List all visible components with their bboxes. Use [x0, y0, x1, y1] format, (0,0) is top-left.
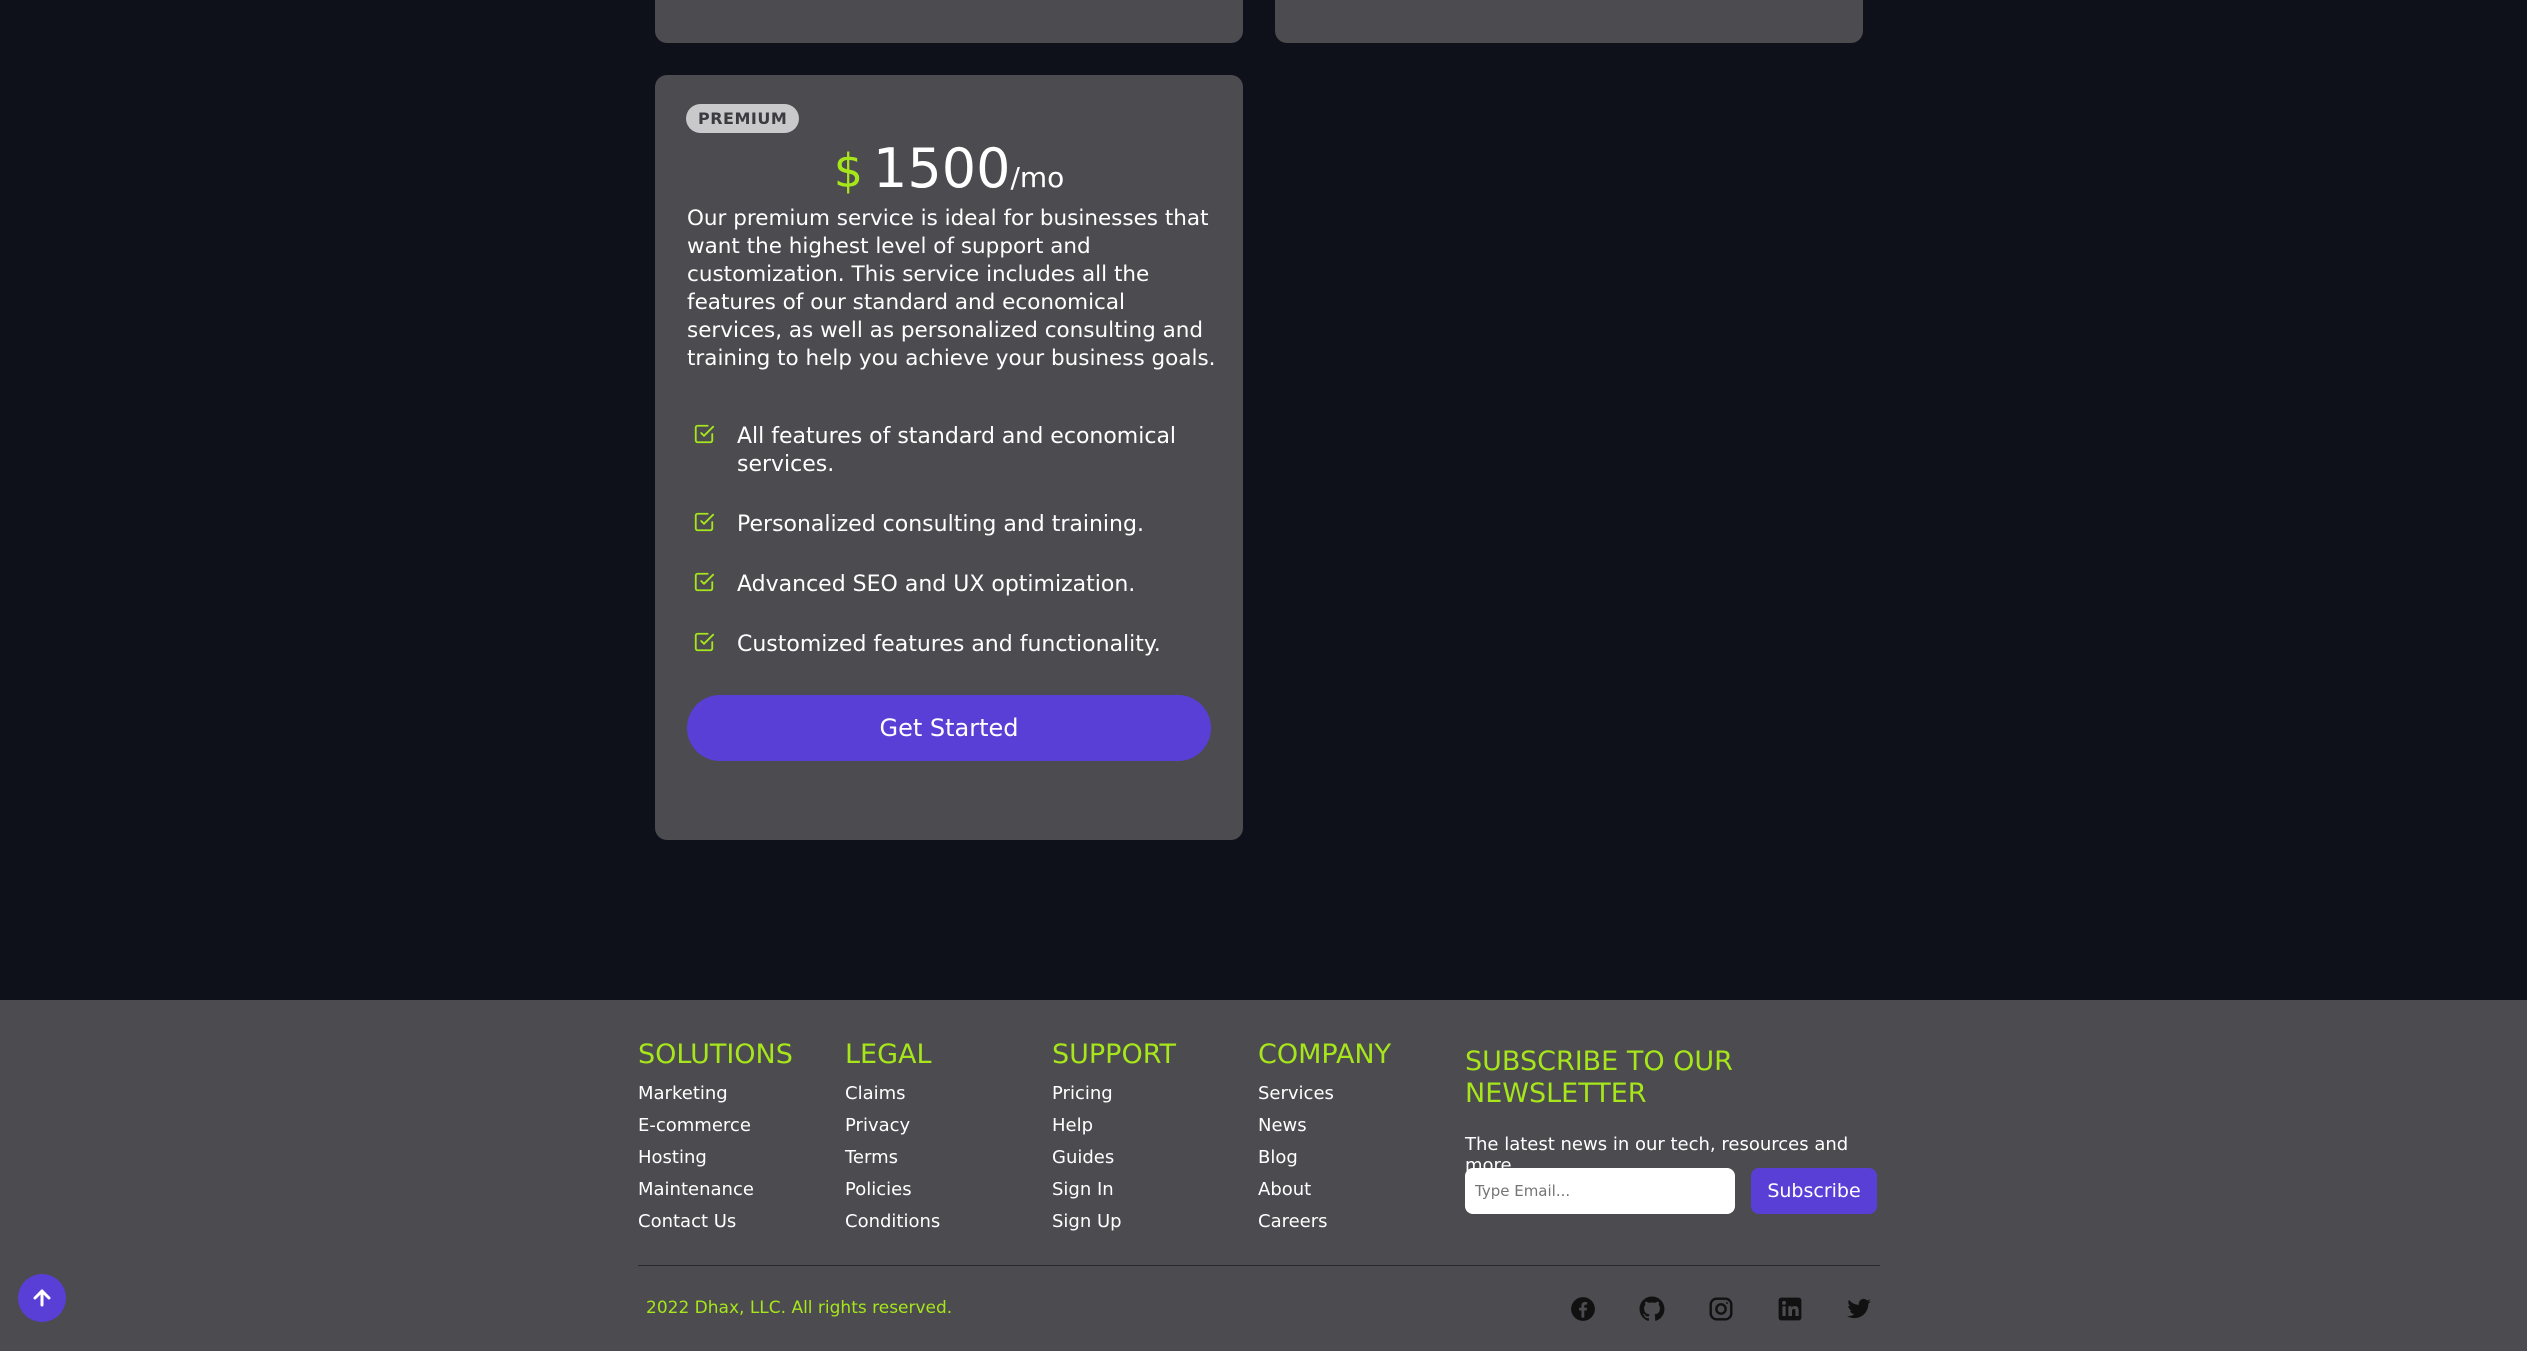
footer-link-marketing[interactable]: Marketing [638, 1083, 728, 1104]
subscribe-button[interactable]: Subscribe [1751, 1168, 1877, 1214]
footer-column-solutions: SOLUTIONS Marketing E-commerce Hosting M… [638, 1038, 793, 1238]
linkedin-icon[interactable] [1777, 1296, 1803, 1322]
footer: SOLUTIONS Marketing E-commerce Hosting M… [0, 1000, 2527, 1351]
footer-column-company: COMPANY Services News Blog About Careers [1258, 1038, 1391, 1238]
footer-column-support: SUPPORT Pricing Help Guides Sign In Sign… [1052, 1038, 1176, 1238]
footer-link-news[interactable]: News [1258, 1115, 1307, 1136]
get-started-button[interactable]: Get Started [687, 695, 1211, 761]
newsletter: SUBSCRIBE TO OUR NEWSLETTER The latest n… [1465, 1046, 1885, 1214]
page: PREMIUM $1500/mo Our premium service is … [0, 0, 2527, 1351]
footer-heading: SOLUTIONS [638, 1039, 793, 1070]
feature-item: Personalized consulting and training. [687, 511, 1144, 539]
footer-link-services[interactable]: Services [1258, 1083, 1334, 1104]
footer-link-privacy[interactable]: Privacy [845, 1115, 910, 1136]
feature-item: Customized features and functionality. [687, 631, 1161, 659]
footer-link-careers[interactable]: Careers [1258, 1211, 1328, 1232]
footer-link-contact-us[interactable]: Contact Us [638, 1211, 736, 1232]
footer-heading: SUPPORT [1052, 1039, 1177, 1070]
feature-text: Advanced SEO and UX optimization. [737, 572, 1136, 597]
instagram-icon[interactable] [1708, 1296, 1734, 1322]
check-square-icon [694, 632, 715, 652]
facebook-icon[interactable] [1570, 1296, 1596, 1322]
email-field[interactable] [1465, 1168, 1735, 1214]
check-square-icon [694, 572, 715, 592]
price-amount: 1500 [873, 137, 1011, 200]
price: $1500/mo [655, 137, 1243, 200]
footer-link-conditions[interactable]: Conditions [845, 1211, 940, 1232]
footer-link-maintenance[interactable]: Maintenance [638, 1179, 754, 1200]
footer-link-blog[interactable]: Blog [1258, 1147, 1298, 1168]
footer-link-claims[interactable]: Claims [845, 1083, 906, 1104]
scroll-to-top-button[interactable] [18, 1274, 66, 1322]
feature-text: Customized features and functionality. [737, 632, 1161, 657]
footer-heading: LEGAL [845, 1039, 932, 1070]
footer-link-guides[interactable]: Guides [1052, 1147, 1114, 1168]
footer-link-terms[interactable]: Terms [845, 1147, 898, 1168]
footer-link-sign-in[interactable]: Sign In [1052, 1179, 1114, 1200]
plan-description: Our premium service is ideal for busines… [687, 206, 1216, 371]
feature-item: All features of standard and economical … [687, 423, 1217, 479]
newsletter-heading: SUBSCRIBE TO OUR NEWSLETTER [1465, 1046, 1733, 1109]
pricing-card-partial [655, 0, 1243, 43]
footer-link-policies[interactable]: Policies [845, 1179, 912, 1200]
footer-column-legal: LEGAL Claims Privacy Terms Policies Cond… [845, 1038, 940, 1238]
footer-link-sign-up[interactable]: Sign Up [1052, 1211, 1122, 1232]
footer-heading: COMPANY [1258, 1039, 1392, 1070]
feature-text: Personalized consulting and training. [737, 512, 1144, 537]
arrow-up-icon [33, 1289, 51, 1307]
price-period: /mo [1010, 161, 1065, 194]
copyright: 2022 Dhax, LLC. All rights reserved. [646, 1298, 953, 1318]
feature-item: Advanced SEO and UX optimization. [687, 571, 1135, 599]
footer-link-pricing[interactable]: Pricing [1052, 1083, 1113, 1104]
price-currency: $ [833, 144, 863, 198]
pricing-card-premium: PREMIUM $1500/mo Our premium service is … [655, 75, 1243, 840]
footer-link-help[interactable]: Help [1052, 1115, 1093, 1136]
github-icon[interactable] [1639, 1296, 1665, 1322]
footer-divider [638, 1265, 1880, 1266]
footer-link-hosting[interactable]: Hosting [638, 1147, 707, 1168]
check-square-icon [694, 512, 715, 532]
footer-link-about[interactable]: About [1258, 1179, 1311, 1200]
feature-text: All features of standard and economical … [737, 424, 1177, 477]
twitter-icon[interactable] [1846, 1296, 1872, 1322]
check-square-icon [694, 424, 715, 444]
pricing-card-partial [1275, 0, 1863, 43]
premium-badge: PREMIUM [686, 104, 800, 133]
footer-link-ecommerce[interactable]: E-commerce [638, 1115, 751, 1136]
